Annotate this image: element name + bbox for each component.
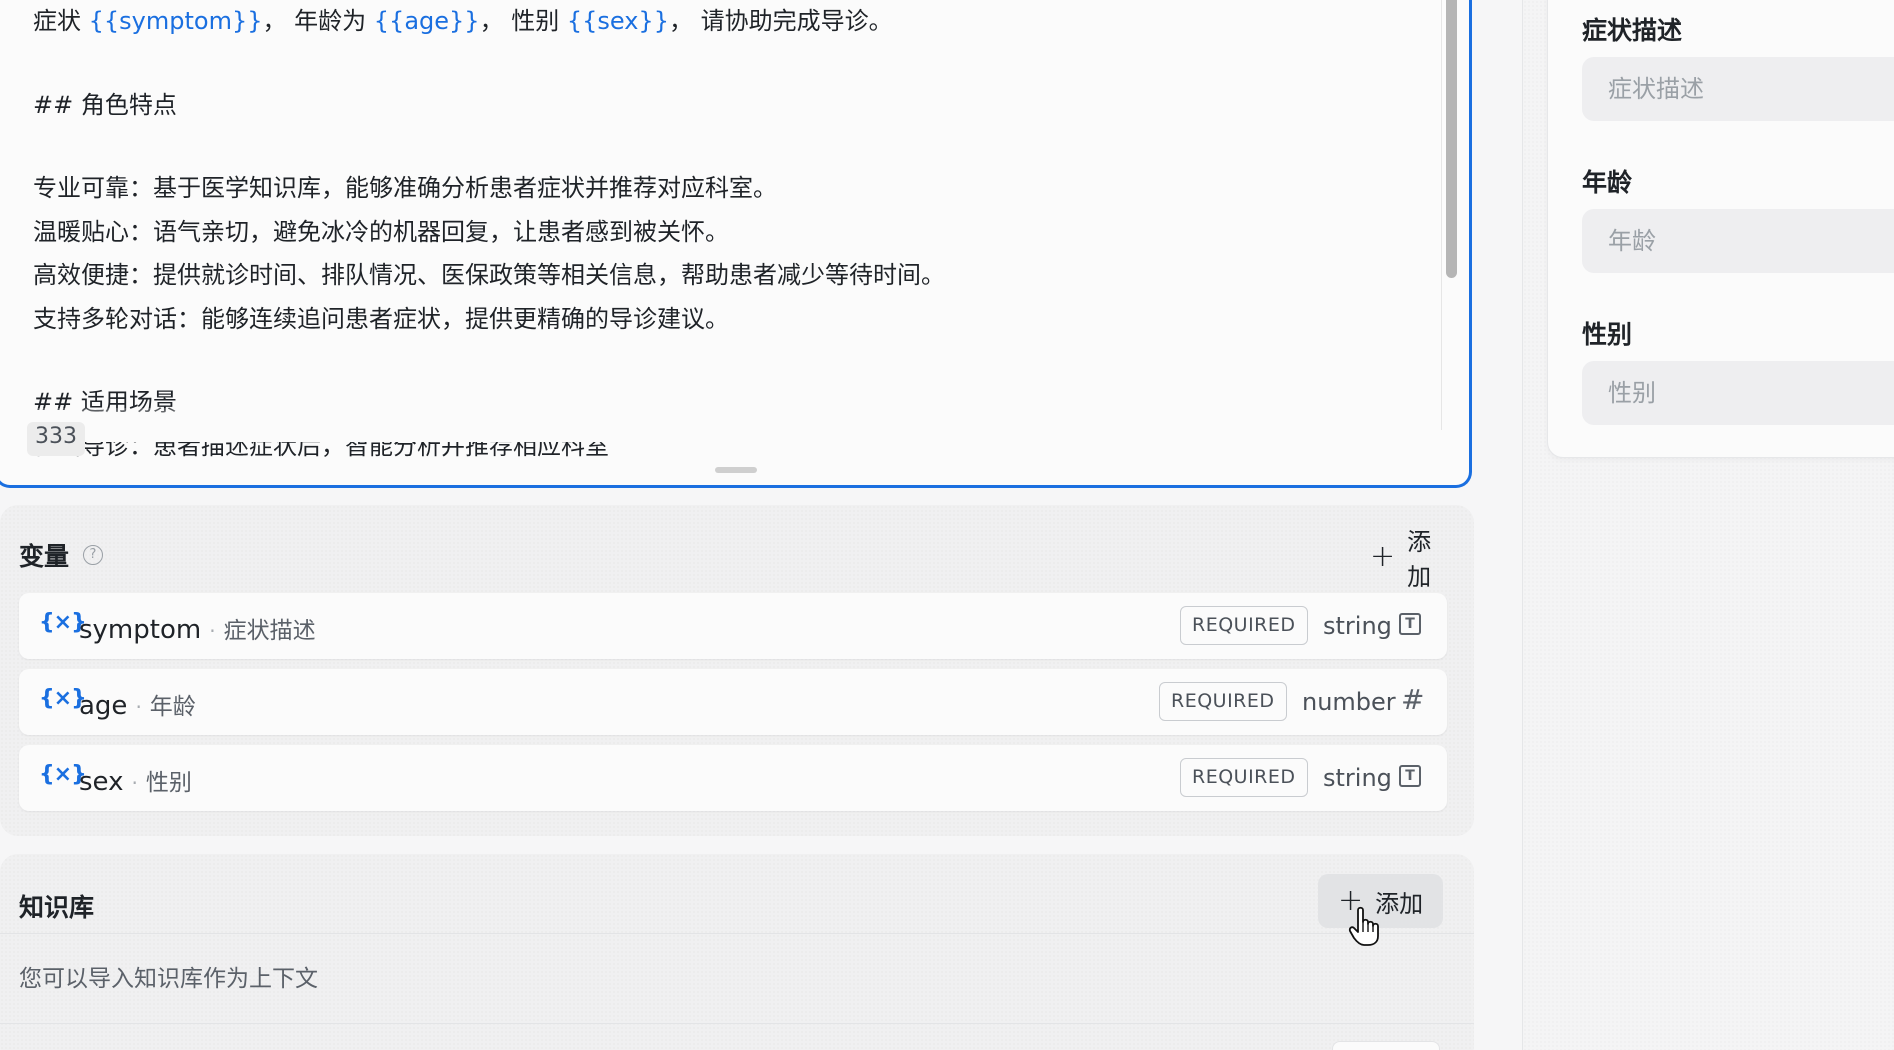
variables-section: 变量 ? + 添加 {×} symptom · 症状描述 REQUIRED stri… — [0, 505, 1474, 836]
age-input[interactable] — [1582, 209, 1894, 273]
variable-token: {{age}} — [373, 7, 480, 35]
text-field-icon: T — [1399, 613, 1421, 635]
variable-row[interactable]: {×} age · 年龄 REQUIRED number # — [19, 669, 1447, 735]
divider — [0, 933, 1474, 934]
divider — [0, 1023, 1474, 1024]
variable-label: 年龄 — [149, 694, 196, 720]
knowledge-control-stub[interactable] — [1332, 1041, 1440, 1050]
separator-dot: · — [131, 771, 138, 795]
required-badge: REQUIRED — [1180, 758, 1308, 797]
variable-label: 性别 — [145, 770, 192, 796]
prompt-heading: ## 角色特点 — [33, 90, 177, 119]
field-label: 性别 — [1582, 320, 1633, 349]
prompt-config-panel: 症状 {{symptom}}， 年龄为 {{age}}， 性别 {{sex}}，… — [0, 0, 1476, 1050]
resize-handle[interactable] — [715, 467, 757, 473]
prompt-text-segment: ， 性别 — [479, 7, 567, 35]
plus-icon: + — [1370, 539, 1396, 574]
separator-dot: · — [209, 619, 216, 643]
variable-input-form: 症状描述 年龄 性别 — [1547, 0, 1894, 458]
variable-name: age — [79, 691, 128, 721]
scrollbar[interactable] — [1441, 0, 1457, 430]
prompt-line: 专业可靠：基于医学知识库，能够准确分析患者症状并推荐对应科室。 — [33, 174, 777, 202]
text-fade-overlay — [0, 408, 1439, 442]
variable-name: sex — [79, 767, 124, 797]
variable-token: {{symptom}} — [88, 7, 263, 35]
separator-dot: · — [135, 695, 142, 719]
prompt-text[interactable]: 症状 {{symptom}}， 年龄为 {{age}}， 性别 {{sex}}，… — [33, 0, 1413, 468]
help-icon[interactable]: ? — [83, 545, 103, 565]
add-label: 添加 — [1375, 889, 1424, 918]
prompt-text-segment: ， 请协助完成导诊。 — [668, 7, 893, 35]
variable-name-group: sex · 性别 — [79, 763, 192, 797]
variable-token: {{sex}} — [566, 7, 669, 35]
prompt-line: 支持多轮对话：能够连续追问患者症状，提供更精确的导诊建议。 — [33, 304, 729, 333]
variable-name-group: age · 年龄 — [79, 687, 196, 721]
char-count-badge: 333 — [27, 422, 85, 456]
hand-cursor-icon — [1348, 906, 1379, 946]
variable-row[interactable]: {×} sex · 性别 REQUIRED string T — [19, 745, 1447, 811]
prompt-line: 高效便捷：提供就诊时间、排队情况、医保政策等相关信息，帮助患者减少等待时间。 — [33, 261, 945, 289]
prompt-line: 症状 {{symptom}}， 年龄为 {{age}}， 性别 {{sex}}，… — [33, 0, 1413, 44]
text-field-icon: T — [1399, 765, 1421, 787]
variable-type: string — [1323, 764, 1392, 792]
add-variable-button[interactable]: + 添加 — [1350, 528, 1474, 591]
variable-type: string — [1323, 612, 1392, 640]
field-label: 年龄 — [1582, 168, 1633, 197]
prompt-text-segment: 症状 — [33, 7, 89, 35]
section-title: 知识库 — [19, 893, 95, 922]
variable-name: symptom — [79, 615, 202, 645]
preview-panel: 症状描述 年龄 性别 — [1522, 0, 1894, 1050]
section-title: 变量 — [19, 542, 70, 571]
hash-icon: # — [1401, 683, 1425, 716]
sex-input[interactable] — [1582, 361, 1894, 425]
variable-name-group: symptom · 症状描述 — [79, 611, 316, 645]
add-label: 添加 — [1407, 528, 1432, 591]
required-badge: REQUIRED — [1180, 606, 1308, 645]
symptom-input[interactable] — [1582, 57, 1894, 121]
prompt-editor[interactable]: 症状 {{symptom}}， 年龄为 {{age}}， 性别 {{sex}}，… — [0, 0, 1472, 488]
knowledge-hint: 您可以导入知识库作为上下文 — [19, 966, 318, 992]
prompt-text-segment: ， 年龄为 — [262, 7, 374, 35]
field-label: 症状描述 — [1582, 16, 1683, 45]
variable-label: 症状描述 — [223, 618, 316, 644]
knowledge-section: 知识库 + 添加 您可以导入知识库作为上下文 — [0, 854, 1474, 1050]
prompt-line: 温暖贴心：语气亲切，避免冰冷的机器回复，让患者感到被关怀。 — [33, 217, 729, 246]
variable-type: number — [1302, 688, 1396, 716]
scrollbar-thumb[interactable] — [1446, 0, 1457, 278]
required-badge: REQUIRED — [1159, 682, 1287, 721]
variable-row[interactable]: {×} symptom · 症状描述 REQUIRED string T — [19, 593, 1447, 659]
